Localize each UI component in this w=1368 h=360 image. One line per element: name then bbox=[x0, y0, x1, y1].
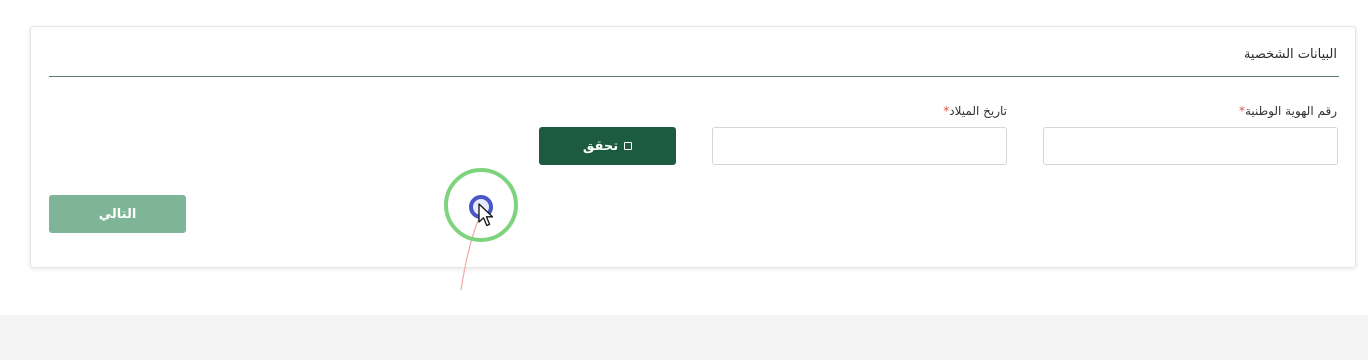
personal-info-card: البيانات الشخصية رقم الهوية الوطنية* تار… bbox=[30, 26, 1356, 268]
next-button[interactable]: التالي bbox=[49, 195, 186, 233]
birthdate-input[interactable] bbox=[712, 127, 1007, 165]
verify-button-label: تحقق bbox=[582, 138, 619, 154]
square-icon bbox=[624, 142, 633, 150]
birthdate-label: تاريخ الميلاد* bbox=[943, 104, 1007, 118]
page: البيانات الشخصية رقم الهوية الوطنية* تار… bbox=[0, 0, 1368, 360]
section-divider bbox=[49, 76, 1339, 77]
national-id-label: رقم الهوية الوطنية* bbox=[1239, 104, 1337, 118]
national-id-label-text: رقم الهوية الوطنية bbox=[1244, 104, 1337, 118]
mouse-pointer-icon bbox=[478, 203, 494, 227]
birthdate-label-text: تاريخ الميلاد bbox=[949, 104, 1007, 118]
verify-button[interactable]: تحقق bbox=[539, 127, 676, 165]
footer-band bbox=[0, 315, 1368, 360]
section-title: البيانات الشخصية bbox=[1243, 47, 1337, 62]
national-id-input[interactable] bbox=[1043, 127, 1338, 165]
